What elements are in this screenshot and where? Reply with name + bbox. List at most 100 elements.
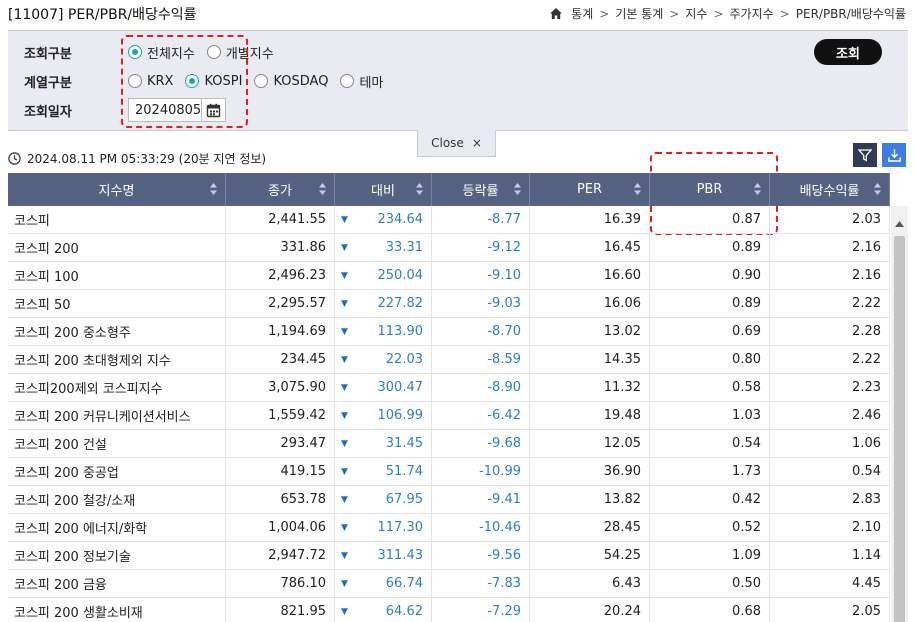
cell-rate: -7.83 xyxy=(432,570,530,597)
radio-unchecked-icon[interactable] xyxy=(254,74,269,88)
cell-index-name: 코스피 200 금융 xyxy=(8,570,226,597)
radio-label: KOSDAQ xyxy=(273,73,329,89)
radio-label: KRX xyxy=(147,73,174,89)
cell-per: 20.24 xyxy=(530,598,650,622)
cell-index-name: 코스피 200 건설 xyxy=(8,430,226,457)
column-header[interactable]: 지수명 xyxy=(8,173,226,206)
down-triangle-icon: ▼ xyxy=(341,270,348,281)
cell-per: 16.45 xyxy=(530,234,650,261)
column-header[interactable]: PER xyxy=(530,173,650,206)
radio-checked-icon[interactable] xyxy=(185,74,200,88)
cell-index-name: 코스피 200 생활소비재 xyxy=(8,598,226,622)
cell-change: ▼ 22.03 xyxy=(335,346,432,373)
cell-pbr: 0.69 xyxy=(650,318,770,345)
download-button[interactable] xyxy=(882,143,906,167)
query-type-label: 조회구분 xyxy=(24,46,72,62)
radio-unchecked-icon[interactable] xyxy=(206,45,221,59)
table-row[interactable]: 코스피 200 철강/소재 653.78 ▼ 67.95 -9.41 13.82 0.42 2… xyxy=(8,486,890,514)
column-label: 등락률 xyxy=(462,184,499,199)
radio-unchecked-icon[interactable] xyxy=(340,74,355,88)
sort-icon xyxy=(754,183,761,195)
breadcrumb-item[interactable]: 기본 통계 xyxy=(615,5,663,22)
calendar-icon xyxy=(206,103,221,117)
cell-per: 16.39 xyxy=(530,206,650,233)
date-label: 조회일자 xyxy=(24,104,72,120)
table-row[interactable]: 코스피 200 중소형주 1,194.69 ▼ 113.90 -8.70 13.02 0.6… xyxy=(8,318,890,346)
cell-close: 653.78 xyxy=(226,486,335,513)
table-row[interactable]: 코스피 200 건설 293.47 ▼ 31.45 -9.68 12.05 0.54 1.06 xyxy=(8,430,890,458)
radio-kospi[interactable]: KOSPI xyxy=(185,74,242,89)
column-header[interactable]: PBR xyxy=(650,173,770,206)
cell-close: 1,194.69 xyxy=(226,318,335,345)
column-header[interactable]: 등락률 xyxy=(432,173,530,206)
scroll-up-button[interactable] xyxy=(891,216,908,232)
breadcrumb-item[interactable]: 통계 xyxy=(571,5,593,22)
column-label: 종가 xyxy=(268,184,292,199)
change-value: 117.30 xyxy=(377,520,424,535)
cell-change: ▼ 227.82 xyxy=(335,290,432,317)
date-input[interactable]: 20240805 xyxy=(128,98,202,122)
table-row[interactable]: 코스피 200 생활소비재 821.95 ▼ 64.62 -7.29 20.24 0.68 2… xyxy=(8,598,890,622)
radio-krx[interactable]: KRX xyxy=(128,74,173,89)
table-row[interactable]: 코스피 200 중공업 419.15 ▼ 51.74 -10.99 36.90 1.73 0.… xyxy=(8,458,890,486)
cell-pbr: 1.73 xyxy=(650,458,770,485)
cell-rate: -9.56 xyxy=(432,542,530,569)
vertical-scrollbar[interactable] xyxy=(891,206,908,622)
column-header[interactable]: 배당수익률 xyxy=(770,173,890,206)
cell-close: 331.86 xyxy=(226,234,335,261)
radio-checked-icon[interactable] xyxy=(128,45,142,59)
cell-pbr: 1.03 xyxy=(650,402,770,429)
table-row[interactable]: 코스피200제외 코스피지수 3,075.90 ▼ 300.47 -8.90 11.32 0… xyxy=(8,374,890,402)
cell-rate: -10.99 xyxy=(432,458,530,485)
column-header[interactable]: 종가 xyxy=(226,173,335,206)
radio-individual-index[interactable]: 개별지수 xyxy=(206,43,274,62)
down-triangle-icon: ▼ xyxy=(341,326,348,337)
radio-theme[interactable]: 테마 xyxy=(340,72,383,91)
cell-per: 16.60 xyxy=(530,262,650,289)
table-row[interactable]: 코스피 100 2,496.23 ▼ 250.04 -9.10 16.60 0.90 2.16 xyxy=(8,262,890,290)
table-row[interactable]: 코스피 50 2,295.57 ▼ 227.82 -9.03 16.06 0.89 2.22 xyxy=(8,290,890,318)
breadcrumb-item[interactable]: 주가지수 xyxy=(730,5,774,22)
cell-dividend-yield: 2.16 xyxy=(770,234,890,261)
calendar-button[interactable] xyxy=(202,98,226,122)
cell-change: ▼ 64.62 xyxy=(335,598,432,622)
cell-change: ▼ 51.74 xyxy=(335,458,432,485)
down-triangle-icon: ▼ xyxy=(341,242,348,253)
filter-button[interactable] xyxy=(853,143,877,167)
cell-dividend-yield: 2.28 xyxy=(770,318,890,345)
sort-icon xyxy=(416,183,423,195)
cell-rate: -8.90 xyxy=(432,374,530,401)
table-row[interactable]: 코스피 200 금융 786.10 ▼ 66.74 -7.83 6.43 0.50 4.45 xyxy=(8,570,890,598)
home-icon[interactable] xyxy=(549,7,563,20)
radio-kosdaq[interactable]: KOSDAQ xyxy=(254,74,328,89)
change-value: 33.31 xyxy=(385,240,423,255)
breadcrumb-item[interactable]: 지수 xyxy=(685,5,707,22)
cell-change: ▼ 113.90 xyxy=(335,318,432,345)
scroll-thumb[interactable] xyxy=(894,236,905,622)
search-button[interactable]: 조회 xyxy=(814,39,882,65)
table-row[interactable]: 코스피 2,441.55 ▼ 234.64 -8.77 16.39 0.87 2.03 xyxy=(8,206,890,234)
filter-icon xyxy=(858,149,872,162)
date-row: 조회일자 20240805 xyxy=(24,98,226,122)
table-row[interactable]: 코스피 200 에너지/화학 1,004.06 ▼ 117.30 -10.46 28.45… xyxy=(8,514,890,542)
table-row[interactable]: 코스피 200 정보기술 2,947.72 ▼ 311.43 -9.56 54.25 1.0… xyxy=(8,542,890,570)
table-body: 코스피 2,441.55 ▼ 234.64 -8.77 16.39 0.87 2.03 코스피 … xyxy=(8,206,890,622)
cell-close: 3,075.90 xyxy=(226,374,335,401)
breadcrumb-item[interactable]: PER/PBR/배당수익률 xyxy=(796,5,906,22)
table-row[interactable]: 코스피 200 331.86 ▼ 33.31 -9.12 16.45 0.89 2.16 xyxy=(8,234,890,262)
close-panel-button[interactable]: Close × xyxy=(417,130,496,157)
change-value: 234.64 xyxy=(377,212,424,227)
change-value: 66.74 xyxy=(385,576,423,591)
radio-unchecked-icon[interactable] xyxy=(128,74,142,88)
cell-pbr: 0.89 xyxy=(650,234,770,261)
table-row[interactable]: 코스피 200 초대형제외 지수 234.45 ▼ 22.03 -8.59 14.35 0.… xyxy=(8,346,890,374)
table-row[interactable]: 코스피 200 커뮤니케이션서비스 1,559.42 ▼ 106.99 -6.42 19.… xyxy=(8,402,890,430)
breadcrumb-separator: > xyxy=(599,6,610,21)
cell-close: 2,441.55 xyxy=(226,206,335,233)
cell-pbr: 0.87 xyxy=(650,206,770,233)
cell-change: ▼ 31.45 xyxy=(335,430,432,457)
cell-per: 36.90 xyxy=(530,458,650,485)
radio-all-index[interactable]: 전체지수 xyxy=(128,43,195,62)
close-label: Close xyxy=(431,136,464,150)
column-header[interactable]: 대비 xyxy=(335,173,432,206)
